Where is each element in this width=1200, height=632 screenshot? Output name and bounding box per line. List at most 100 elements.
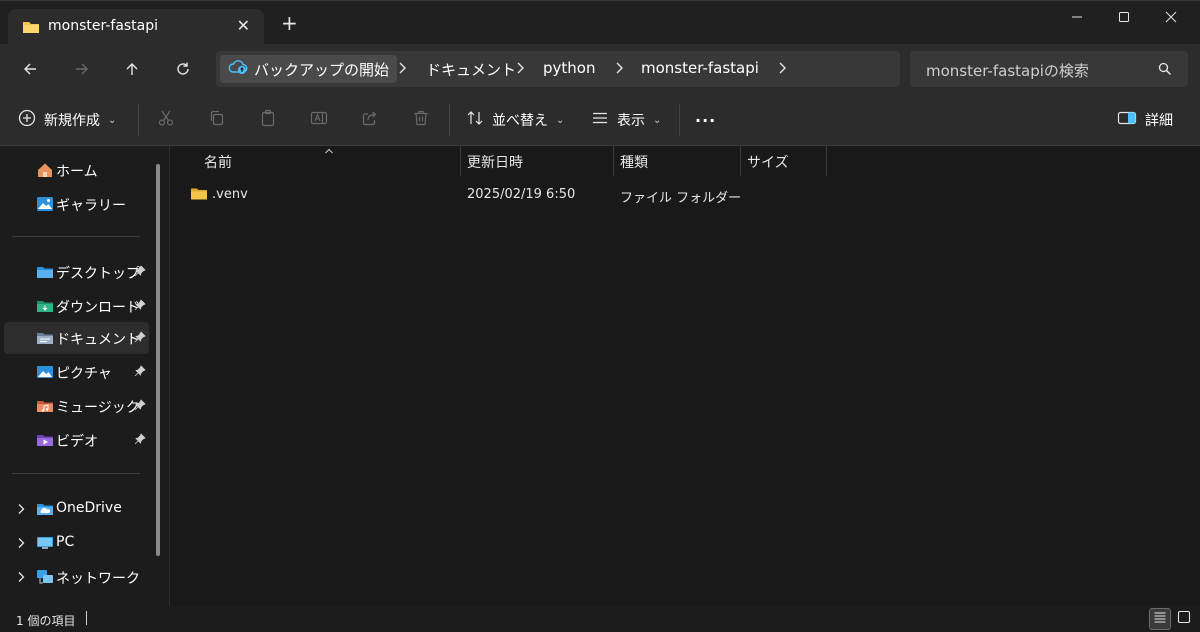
sidebar-divider [12, 473, 140, 474]
pin-icon[interactable] [134, 399, 146, 415]
chevron-right-icon[interactable] [16, 537, 26, 553]
backup-start-label: バックアップの開始 [254, 60, 390, 79]
sidebar-item-label: ドキュメント [56, 332, 140, 348]
sidebar-item-label: デスクトップ [56, 266, 140, 282]
details-view-button[interactable] [1149, 608, 1171, 630]
sidebar-item-onedrive[interactable]: OneDrive [4, 493, 149, 525]
maximize-icon[interactable] [1101, 1, 1147, 33]
table-row[interactable]: .venv 2025/02/19 6:50 ファイル フォルダー [184, 182, 824, 210]
more-options-button[interactable]: ··· [695, 94, 716, 146]
sidebar-item-label: ホーム [56, 164, 98, 180]
details-view-icon [1153, 610, 1167, 628]
file-name: .venv [212, 187, 248, 202]
sidebar-item-pictures[interactable]: ピクチャ [4, 356, 149, 388]
paste-button[interactable] [259, 94, 277, 146]
sidebar-item-pc[interactable]: PC [4, 527, 149, 559]
pictures-folder-icon [36, 364, 54, 380]
up-arrow-icon[interactable] [120, 57, 144, 81]
sidebar-item-downloads[interactable]: ダウンロード [4, 290, 149, 322]
backup-start-button[interactable]: バックアップの開始 [220, 55, 398, 83]
new-button[interactable]: 新規作成 ⌄ [18, 94, 116, 146]
file-modified: 2025/02/19 6:50 [467, 187, 576, 202]
sidebar-scrollbar[interactable] [156, 164, 160, 556]
delete-button[interactable] [412, 94, 430, 146]
sidebar-item-network[interactable]: ネットワーク [4, 561, 149, 593]
toolbar-divider [449, 104, 450, 136]
forward-arrow-icon[interactable] [70, 57, 94, 81]
rename-button[interactable] [310, 94, 328, 146]
back-arrow-icon[interactable] [18, 57, 42, 81]
column-header-type[interactable]: 種類 [614, 146, 740, 176]
network-icon [36, 569, 54, 585]
sidebar-item-label: ネットワーク [56, 571, 140, 587]
navigation-pane: ホーム ギャラリー デスクトップ ダウンロード ドキュメント ピクチャ ミュージ… [0, 146, 160, 606]
pin-icon[interactable] [134, 265, 146, 281]
pin-icon[interactable] [134, 299, 146, 315]
share-button[interactable] [361, 94, 379, 146]
breadcrumb-python[interactable]: python [543, 59, 595, 77]
sidebar-item-home[interactable]: ホーム [4, 154, 149, 186]
sidebar-item-videos[interactable]: ビデオ [4, 424, 149, 456]
address-bar[interactable]: バックアップの開始 ドキュメント python monster-fastapi [216, 51, 900, 87]
music-folder-icon [36, 398, 54, 414]
plus-circle-icon [18, 109, 36, 131]
sidebar-item-music[interactable]: ミュージック [4, 390, 149, 422]
large-icons-view-button[interactable] [1173, 608, 1195, 630]
close-window-icon[interactable] [1148, 1, 1194, 33]
pin-icon[interactable] [134, 365, 146, 381]
chevron-right-icon[interactable] [396, 61, 408, 79]
rename-icon [310, 109, 328, 131]
search-icon [1158, 62, 1172, 80]
search-box[interactable]: monster-fastapiの検索 [910, 51, 1188, 87]
sidebar-item-label: ギャラリー [56, 198, 126, 214]
column-label: 名前 [204, 155, 232, 171]
sidebar-item-documents[interactable]: ドキュメント [4, 322, 149, 354]
details-pane-button[interactable]: 詳細 [1117, 94, 1173, 146]
column-label: 種類 [620, 155, 648, 171]
download-folder-icon [36, 298, 54, 314]
copy-button[interactable] [208, 94, 226, 146]
cut-button[interactable] [157, 94, 175, 146]
minimize-icon[interactable] [1054, 1, 1100, 33]
chevron-right-icon[interactable] [776, 61, 788, 79]
large-icons-view-icon [1177, 610, 1191, 628]
more-icon: ··· [695, 110, 717, 130]
refresh-icon[interactable] [171, 57, 195, 81]
tab-title: monster-fastapi [48, 18, 159, 34]
chevron-down-icon: ⌄ [108, 114, 117, 126]
pc-icon [36, 535, 54, 551]
column-header-size[interactable]: サイズ [741, 146, 826, 176]
column-header-name[interactable]: 名前 [170, 146, 460, 176]
view-button[interactable]: 表示 ⌄ [591, 94, 661, 146]
documents-folder-icon [36, 330, 54, 346]
sidebar-item-label: ビデオ [56, 434, 98, 450]
new-label: 新規作成 [44, 113, 100, 129]
close-icon[interactable]: ✕ [237, 16, 250, 35]
column-divider[interactable] [826, 146, 827, 176]
chevron-right-icon[interactable] [16, 571, 26, 587]
new-tab-button[interactable]: + [281, 13, 298, 33]
gallery-icon [36, 196, 54, 212]
view-label: 表示 [617, 113, 645, 129]
folder-icon [190, 186, 208, 206]
details-label: 詳細 [1145, 113, 1173, 129]
pin-icon[interactable] [134, 331, 146, 347]
breadcrumb-monster-fastapi[interactable]: monster-fastapi [641, 59, 759, 77]
chevron-right-icon[interactable] [16, 503, 26, 519]
sidebar-item-label: ピクチャ [56, 366, 112, 382]
chevron-right-icon[interactable] [514, 61, 526, 79]
breadcrumb-documents[interactable]: ドキュメント [426, 59, 516, 80]
sort-label: 並べ替え [492, 113, 548, 129]
sidebar-item-desktop[interactable]: デスクトップ [4, 256, 149, 288]
chevron-down-icon: ⌄ [653, 114, 662, 126]
details-pane-icon [1117, 110, 1137, 130]
sidebar-item-label: ダウンロード [56, 300, 140, 316]
sort-button[interactable]: 並べ替え ⌄ [466, 94, 564, 146]
chevron-right-icon[interactable] [613, 61, 625, 79]
pin-icon[interactable] [134, 433, 146, 449]
sidebar-item-gallery[interactable]: ギャラリー [4, 188, 149, 220]
column-header-modified[interactable]: 更新日時 [461, 146, 613, 176]
sidebar-divider [12, 236, 140, 237]
folder-icon [22, 19, 40, 39]
tab-monster-fastapi[interactable]: monster-fastapi ✕ [8, 9, 264, 45]
